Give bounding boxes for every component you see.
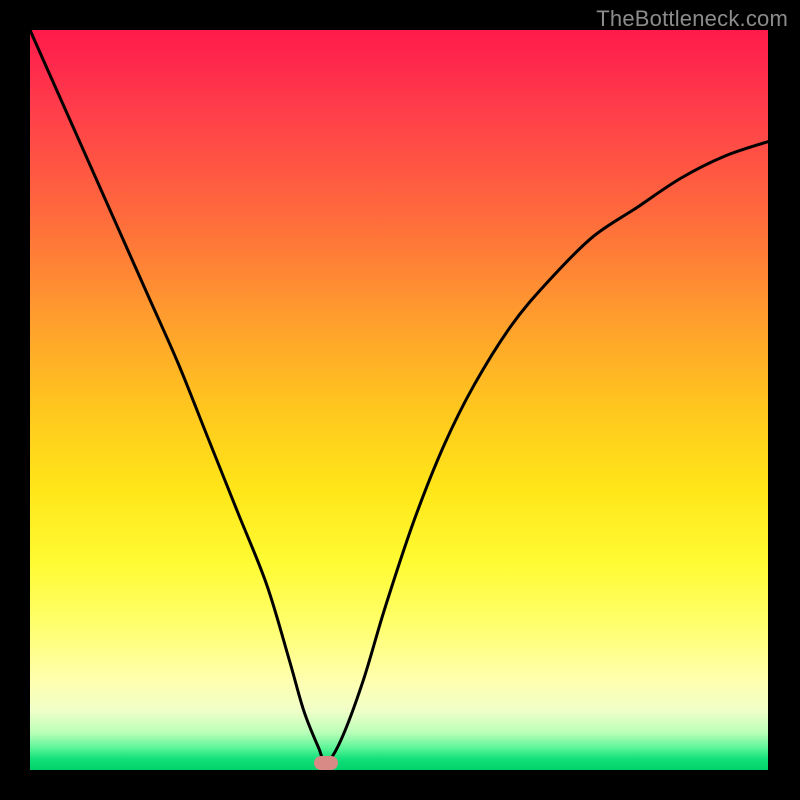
watermark-label: TheBottleneck.com — [596, 6, 788, 32]
right-edge-mask — [768, 30, 770, 770]
plot-area — [30, 30, 770, 770]
chart-container: TheBottleneck.com — [0, 0, 800, 800]
minimum-marker — [314, 756, 338, 770]
gradient-background — [30, 30, 770, 770]
